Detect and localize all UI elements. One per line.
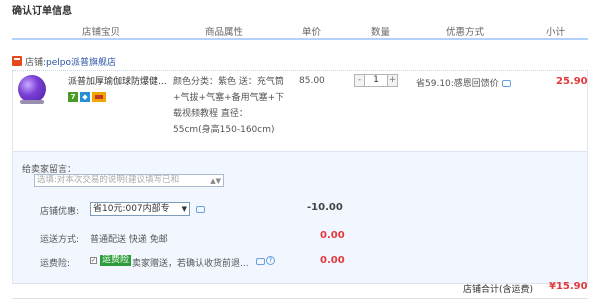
col-attributes: 商品属性 bbox=[205, 27, 244, 38]
message-placeholder: 选填:对本次交易的说明(建议填写已和 bbox=[37, 175, 180, 185]
item-subtotal: 25.90 bbox=[556, 76, 588, 87]
qty-input[interactable]: 1 bbox=[365, 74, 387, 87]
bottom-divider bbox=[12, 298, 588, 299]
product-thumbnail-base bbox=[20, 100, 44, 104]
help-icon[interactable]: ? bbox=[266, 256, 275, 265]
order-options-panel bbox=[12, 152, 588, 284]
quantity-stepper: - 1 + bbox=[354, 74, 398, 87]
insurance-text: 卖家赠送，若确认收货前退... bbox=[132, 259, 249, 269]
shipping-value: 普通配送 快递 免邮 bbox=[90, 235, 168, 245]
col-shop-item: 店铺宝贝 bbox=[82, 27, 121, 38]
product-attributes: 颜色分类：紫色 送：充气筒+气拔+气塞+备用气塞+下载视频教程 直径：55cm(… bbox=[173, 77, 285, 135]
shop-prefix: 店铺: bbox=[25, 57, 47, 68]
product-title-link[interactable]: 派普加厚瑜伽球防爆健... bbox=[68, 74, 168, 87]
shop-discount-label: 店铺优惠: bbox=[40, 207, 80, 217]
message-input[interactable]: 选填:对本次交易的说明(建议填写已和 ▲▼ bbox=[34, 174, 224, 187]
insurance-label: 运费险: bbox=[40, 259, 71, 269]
discount-info: 省59.10:感恩回馈价 bbox=[416, 76, 511, 89]
chevron-down-icon: ▼ bbox=[181, 205, 187, 213]
col-subtotal: 小计 bbox=[546, 27, 566, 38]
col-quantity: 数量 bbox=[371, 27, 391, 38]
total-label: 店铺合计(含运费) bbox=[463, 285, 534, 295]
table-header: 店铺宝贝 商品属性 单价 数量 优惠方式 小计 bbox=[12, 20, 588, 40]
shop-discount-amount: -10.00 bbox=[307, 202, 343, 213]
insurance-checkbox[interactable]: ✓ bbox=[90, 257, 97, 264]
discount-detail-icon[interactable] bbox=[501, 80, 511, 87]
page-title: 确认订单信息 bbox=[12, 6, 72, 17]
product-thumbnail[interactable] bbox=[18, 75, 46, 103]
badge-quality-icon[interactable]: ◆ bbox=[80, 92, 90, 102]
shop-icon bbox=[12, 56, 22, 66]
shipping-label: 运送方式: bbox=[40, 235, 80, 245]
col-discount: 优惠方式 bbox=[446, 27, 485, 38]
shop-link[interactable]: pelpo派普旗舰店 bbox=[46, 55, 116, 68]
discount-text: 省59.10:感恩回馈价 bbox=[416, 79, 499, 89]
shop-discount-select[interactable]: 省10元:007内部专 ▼ bbox=[90, 202, 190, 216]
total-value: ¥15.90 bbox=[549, 281, 588, 292]
qty-minus-button[interactable]: - bbox=[354, 74, 365, 87]
unit-price: 85.00 bbox=[299, 76, 325, 86]
badge-7day-icon[interactable]: 7 bbox=[68, 92, 78, 102]
shop-discount-info-icon[interactable] bbox=[196, 206, 205, 213]
shipping-amount: 0.00 bbox=[320, 230, 345, 241]
qty-plus-button[interactable]: + bbox=[387, 74, 398, 87]
badge-card-icon[interactable] bbox=[92, 92, 106, 102]
col-price: 单价 bbox=[302, 27, 322, 38]
spinner-icon[interactable]: ▲▼ bbox=[210, 176, 221, 186]
shop-row: 店铺: pelpo派普旗舰店 bbox=[12, 54, 116, 68]
insurance-tag: 运费险 bbox=[100, 255, 132, 266]
insurance-amount: 0.00 bbox=[320, 255, 345, 266]
service-badges: 7 ◆ bbox=[68, 92, 106, 102]
insurance-info-icon[interactable] bbox=[256, 258, 265, 265]
shop-discount-selected: 省10元:007内部专 bbox=[93, 204, 170, 214]
